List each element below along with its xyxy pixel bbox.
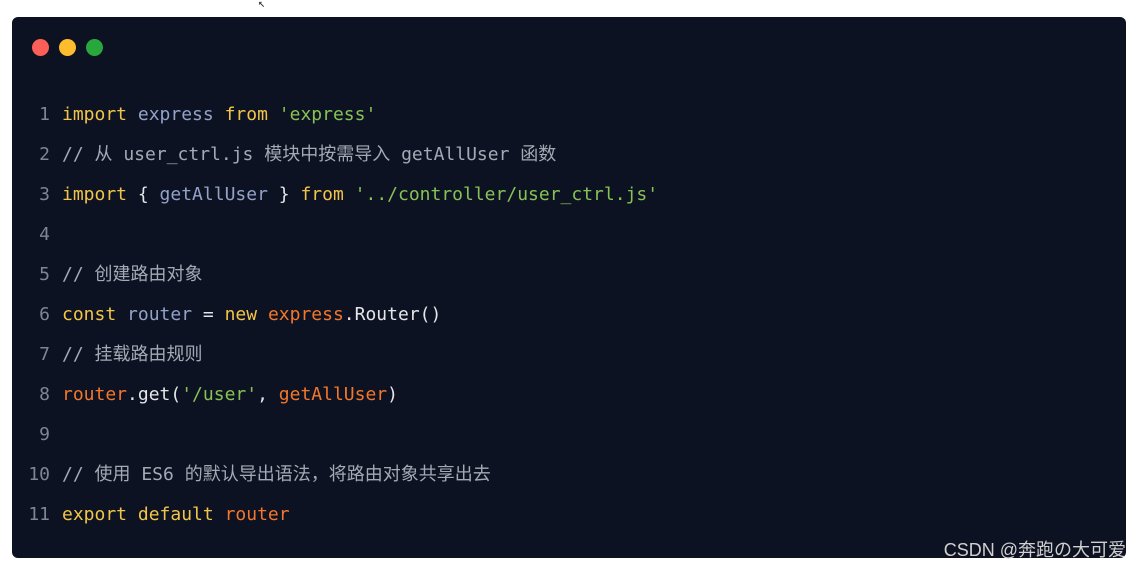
code-token: // 从 user_ctrl.js 模块中按需导入 getAllUser 函数 <box>62 144 557 165</box>
code-token: .Router() <box>343 304 442 325</box>
code-token: , <box>257 384 279 405</box>
code-token: getAllUser <box>278 384 388 405</box>
code-token: .get( <box>127 384 182 405</box>
code-token: import <box>62 184 128 205</box>
close-dot-icon[interactable] <box>32 39 49 56</box>
code-token: // 使用 ES6 的默认导出语法，将路由对象共享出去 <box>62 464 491 485</box>
mouse-cursor-icon: ↖ <box>258 0 266 10</box>
line-number: 7 <box>39 344 50 365</box>
code-token: import <box>62 104 128 125</box>
line-number: 10 <box>28 464 50 485</box>
code-token: ) <box>387 384 398 405</box>
code-line: 8 router .get('/user', getAllUser) <box>12 375 398 415</box>
code-token: express <box>137 104 214 125</box>
code-line: 6 const router = new express .Router() <box>12 295 441 335</box>
minimize-dot-icon[interactable] <box>59 39 76 56</box>
code-line: 7 // 挂载路由规则 <box>12 335 203 375</box>
code-line: 4 <box>12 215 62 255</box>
maximize-dot-icon[interactable] <box>86 39 103 56</box>
code-token: const <box>62 304 117 325</box>
code-token: '/user' <box>181 384 258 405</box>
line-number: 8 <box>39 384 50 405</box>
code-token: { <box>127 184 160 205</box>
code-token: 'express' <box>278 104 377 125</box>
line-number: 11 <box>28 504 50 525</box>
code-token: router <box>62 384 128 405</box>
code-token: router <box>127 304 193 325</box>
window-controls <box>32 39 103 56</box>
code-token: router <box>224 504 290 525</box>
code-token: // 挂载路由规则 <box>62 344 203 365</box>
code-token: new <box>224 304 258 325</box>
code-token: // 创建路由对象 <box>62 264 203 285</box>
watermark: CSDN @奔跑の大可爱 <box>943 540 1126 560</box>
line-number: 1 <box>39 104 50 125</box>
line-number: 5 <box>39 264 50 285</box>
code-token: from <box>224 104 268 125</box>
code-token: default <box>137 504 214 525</box>
line-number: 9 <box>39 424 50 445</box>
line-number: 4 <box>39 224 50 245</box>
code-line: 9 <box>12 415 62 455</box>
line-number: 6 <box>39 304 50 325</box>
code-window: 1 import express from 'express' 2 // 从 user… <box>12 17 1126 558</box>
code-token: } <box>267 184 301 205</box>
line-number: 3 <box>39 184 50 205</box>
code-token: from <box>300 184 344 205</box>
code-line: 11 export default router <box>12 495 290 535</box>
code-line: 5 // 创建路由对象 <box>12 255 203 295</box>
code-line: 3 import { getAllUser } from '../controll… <box>12 175 658 215</box>
code-token: = <box>192 304 225 325</box>
code-token: express <box>267 304 344 325</box>
code-line: 2 // 从 user_ctrl.js 模块中按需导入 getAllUser 函数 <box>12 135 556 175</box>
code-line: 1 import express from 'express' <box>12 95 376 135</box>
code-token: '../controller/user_ctrl.js' <box>354 184 659 205</box>
line-number: 2 <box>39 144 50 165</box>
code-line: 10 // 使用 ES6 的默认导出语法，将路由对象共享出去 <box>12 455 491 495</box>
code-token: export <box>62 504 128 525</box>
code-token: getAllUser <box>159 184 268 205</box>
